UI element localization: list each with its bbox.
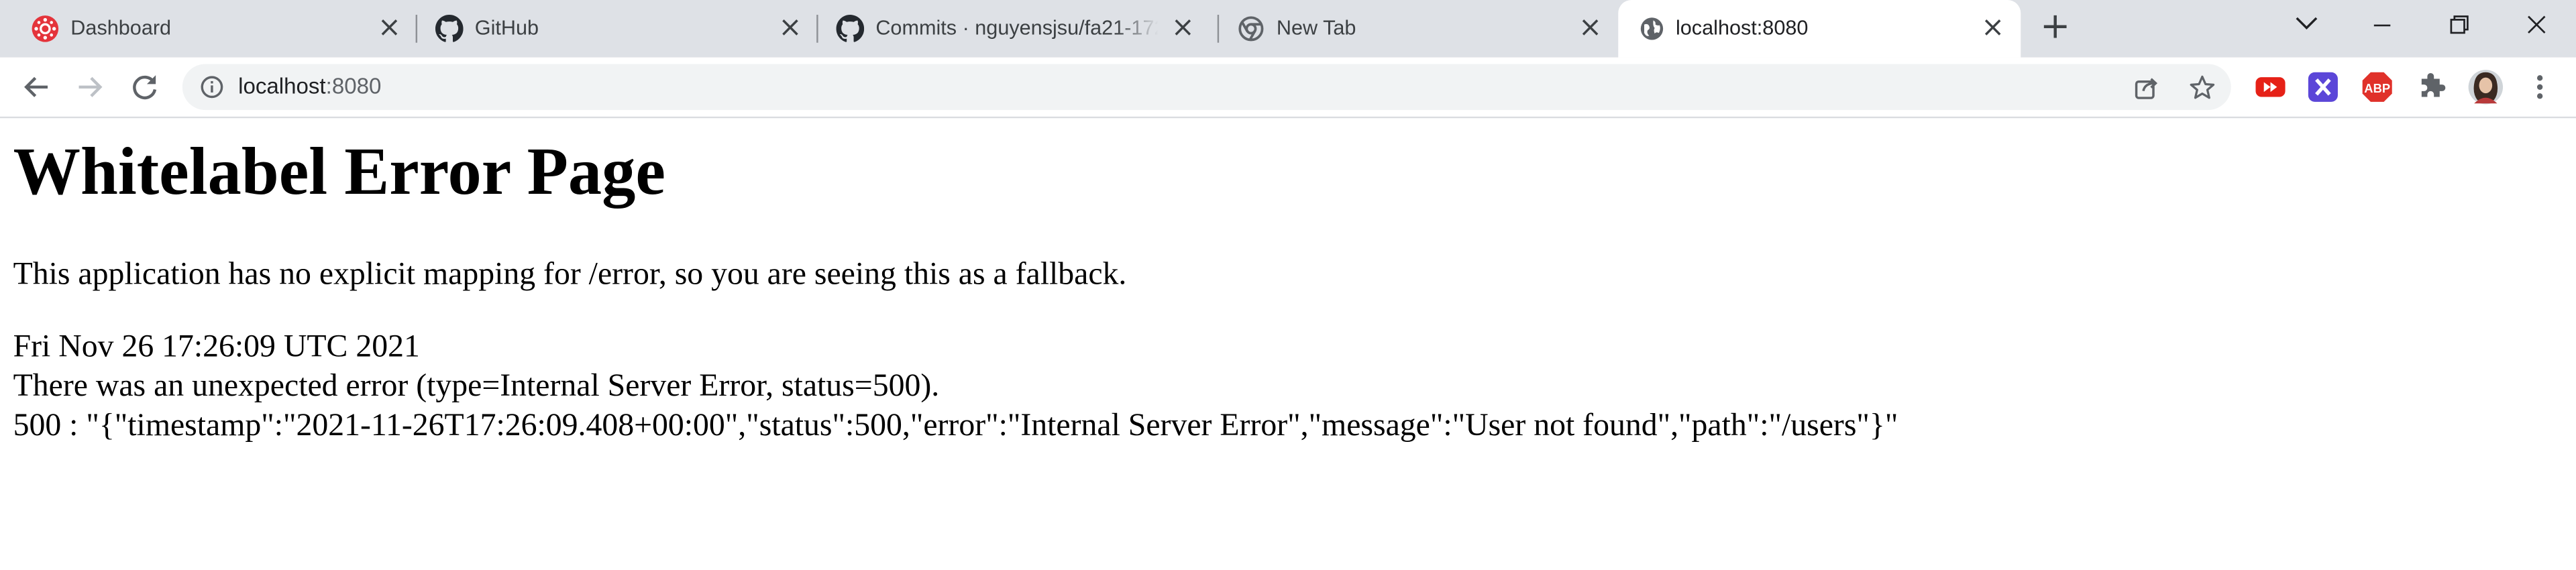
canvas-icon xyxy=(32,15,59,42)
github-icon xyxy=(435,15,464,42)
more-menu-icon[interactable] xyxy=(2524,70,2557,103)
error-detail: 500 : "{"timestamp":"2021-11-26T17:26:09… xyxy=(13,408,1898,444)
tab-new-tab[interactable]: New Tab × xyxy=(1219,0,1617,58)
screen: Dashboard × GitHub × Commits · nguyensjs… xyxy=(0,0,2576,570)
close-window-icon[interactable] xyxy=(2499,0,2575,52)
puzzle-extensions-icon[interactable] xyxy=(2415,70,2448,103)
x-extension-icon[interactable] xyxy=(2306,70,2339,103)
error-timestamp: Fri Nov 26 17:26:09 UTC 2021 xyxy=(13,330,420,365)
globe-icon xyxy=(1640,17,1664,40)
page-content: Whitelabel Error Page This application h… xyxy=(0,118,2576,570)
new-tab-button[interactable]: + xyxy=(2037,9,2074,48)
chrome-icon xyxy=(1238,16,1264,42)
address-bar[interactable]: localhost:8080 xyxy=(182,64,2231,111)
url-port: :8080 xyxy=(325,74,382,99)
tab-localhost[interactable]: localhost:8080 × xyxy=(1618,0,2021,58)
url-host: localhost xyxy=(238,74,326,99)
tab-title: Dashboard xyxy=(70,16,172,40)
bookmark-star-icon[interactable] xyxy=(2188,74,2216,102)
browser-toolbar: localhost:8080 ABP xyxy=(0,57,2576,119)
page-heading: Whitelabel Error Page xyxy=(13,133,665,209)
share-icon[interactable] xyxy=(2133,74,2161,102)
tab-title: GitHub xyxy=(474,16,539,40)
error-summary: There was an unexpected error (type=Inte… xyxy=(13,369,940,404)
error-details: Fri Nov 26 17:26:09 UTC 2021 There was a… xyxy=(13,329,1898,447)
github-icon xyxy=(836,15,865,42)
tab-strip: Dashboard × GitHub × Commits · nguyensjs… xyxy=(0,0,2576,58)
browser-window: Dashboard × GitHub × Commits · nguyensjs… xyxy=(0,0,2576,570)
back-arrow-icon[interactable] xyxy=(18,69,54,105)
reload-icon[interactable] xyxy=(127,69,163,105)
info-icon[interactable] xyxy=(201,76,223,99)
close-icon[interactable]: × xyxy=(777,14,803,42)
close-icon[interactable]: × xyxy=(376,14,402,42)
tab-title: Commits · nguyensjsu/fa21-172- xyxy=(875,16,1159,40)
tab-title: localhost:8080 xyxy=(1675,16,1809,40)
minimize-icon[interactable] xyxy=(2345,0,2420,52)
adblock-plus-icon[interactable]: ABP xyxy=(2361,70,2394,103)
restore-icon[interactable] xyxy=(2422,0,2498,52)
profile-avatar[interactable] xyxy=(2467,69,2504,105)
url-text[interactable]: localhost:8080 xyxy=(238,74,381,99)
close-icon[interactable]: × xyxy=(1577,14,1603,42)
tab-commits[interactable]: Commits · nguyensjsu/fa21-172- × xyxy=(818,0,1216,58)
close-icon[interactable]: × xyxy=(1980,14,2006,42)
svg-text:ABP: ABP xyxy=(2364,81,2390,95)
error-description: This application has no explicit mapping… xyxy=(13,258,1127,292)
tab-dashboard[interactable]: Dashboard × xyxy=(13,0,415,58)
youtube-extension-icon[interactable] xyxy=(2254,70,2287,103)
forward-arrow-icon[interactable] xyxy=(72,69,109,105)
tab-search-chevron-down-icon[interactable] xyxy=(2269,0,2345,52)
close-icon[interactable]: × xyxy=(1170,14,1196,42)
tab-github[interactable]: GitHub × xyxy=(417,0,815,58)
tab-title: New Tab xyxy=(1276,16,1356,40)
